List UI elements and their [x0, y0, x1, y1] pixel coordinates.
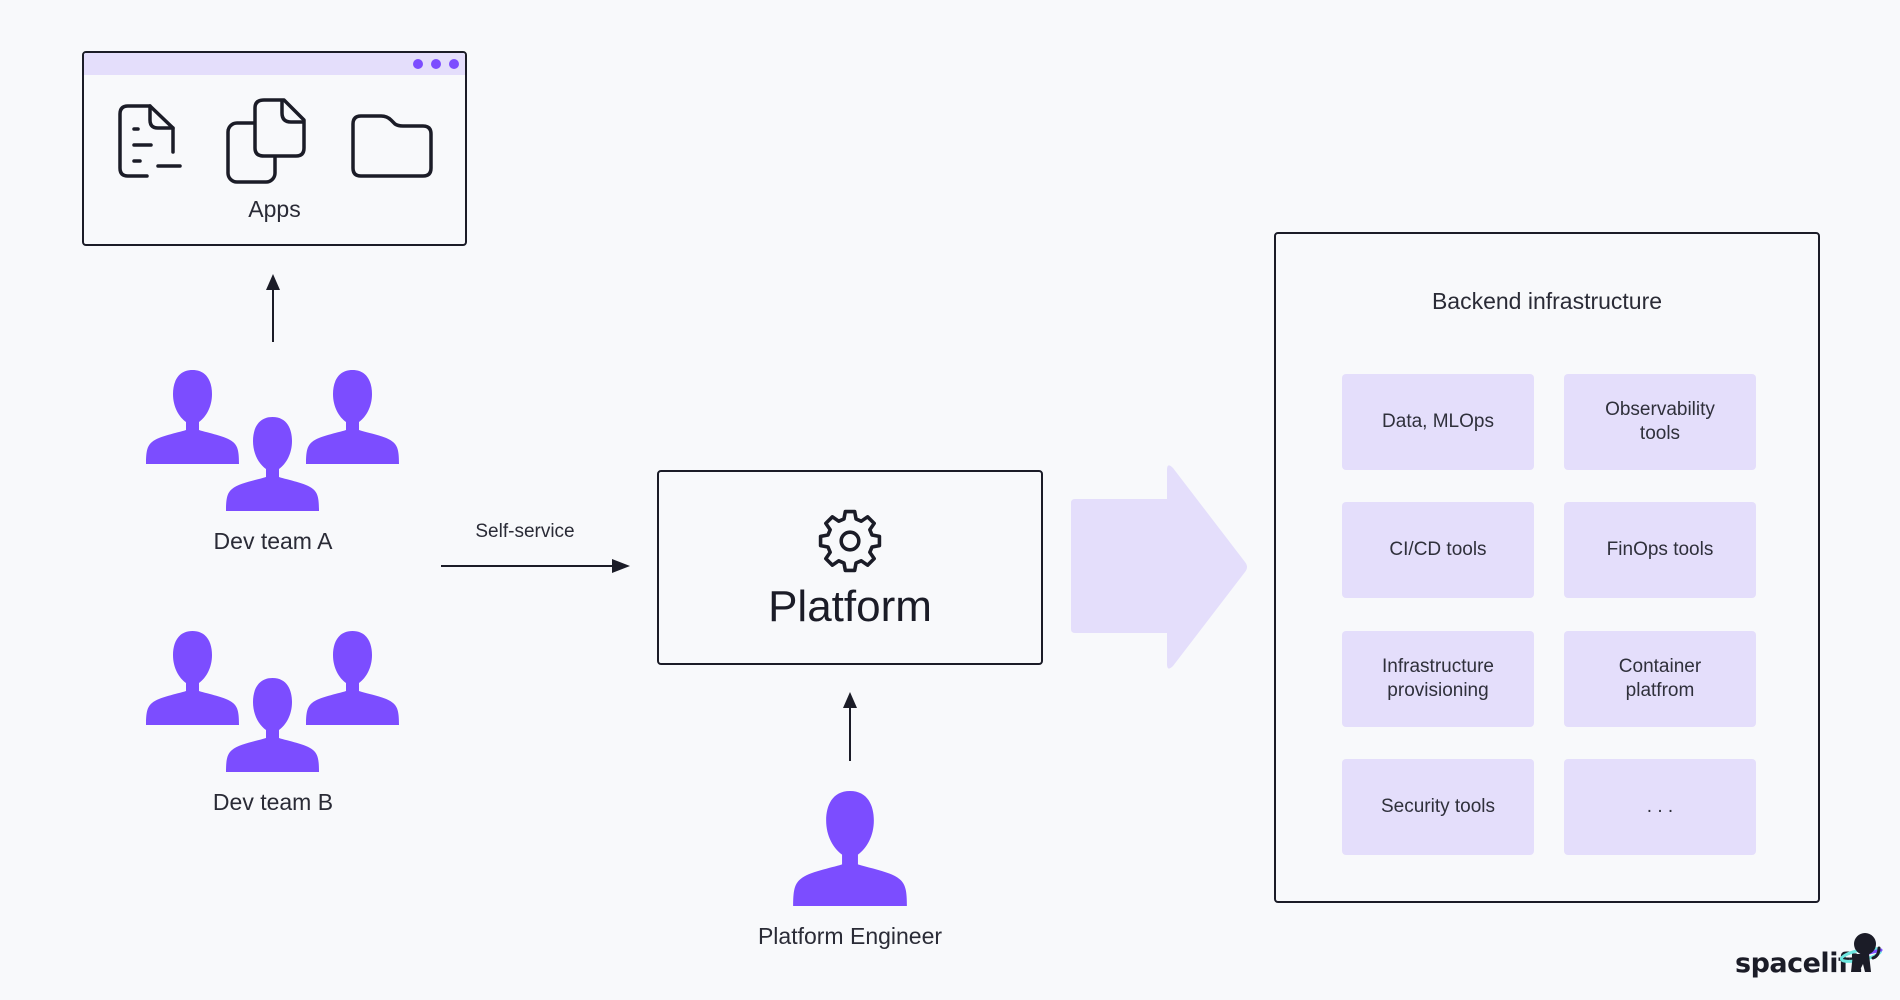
- tile-container-platform: Container platfrom: [1564, 631, 1756, 727]
- dev-team-b-label: Dev team B: [212, 789, 334, 815]
- apps-titlebar: [84, 53, 465, 75]
- folder-icon: [351, 114, 433, 178]
- arrow-engineer-to-platform: [843, 692, 857, 761]
- platform-label: Platform: [768, 582, 932, 631]
- tile-observability-tools: Observability tools: [1564, 374, 1756, 470]
- self-service-label: Self-service: [475, 521, 575, 542]
- apps-window: Apps: [82, 51, 467, 246]
- platform-engineer-label: Platform Engineer: [757, 923, 943, 949]
- person-icon: [226, 678, 319, 772]
- window-dot-icon: [449, 59, 459, 69]
- copy-files-icon: [226, 98, 306, 184]
- platform-to-backend-arrow: [1071, 465, 1247, 669]
- astronaut-planet-icon: [1839, 933, 1883, 972]
- spacelift-logo: spacelift: [1735, 930, 1885, 980]
- gear-icon: [818, 509, 882, 573]
- tile-security-tools: Security tools: [1342, 759, 1534, 855]
- tile-more: . . .: [1564, 759, 1756, 855]
- arrow-team-a-to-apps: [266, 274, 280, 342]
- backend-title: Backend infrastructure: [1431, 288, 1663, 314]
- self-service-arrow: [441, 559, 630, 573]
- person-icon: [226, 417, 319, 511]
- platform-box: Platform: [657, 470, 1043, 665]
- tile-infrastructure-provisioning: Infrastructure provisioning: [1342, 631, 1534, 727]
- window-dot-icon: [431, 59, 441, 69]
- dev-team-a-icon: [146, 370, 399, 511]
- dev-team-b-icon: [146, 631, 399, 772]
- dev-team-a-label: Dev team A: [213, 528, 333, 554]
- person-icon: [146, 370, 239, 464]
- tile-cicd-tools: CI/CD tools: [1342, 502, 1534, 598]
- person-icon: [146, 631, 239, 725]
- apps-label: Apps: [248, 196, 301, 222]
- tile-finops-tools: FinOps tools: [1564, 502, 1756, 598]
- tile-data-mlops: Data, MLOps: [1342, 374, 1534, 470]
- window-dot-icon: [413, 59, 423, 69]
- platform-engineer-icon: [793, 791, 907, 906]
- person-icon: [306, 370, 399, 464]
- backend-infrastructure-box: Backend infrastructure Data, MLOps Obser…: [1274, 232, 1820, 903]
- document-icon: [118, 104, 182, 178]
- person-icon: [306, 631, 399, 725]
